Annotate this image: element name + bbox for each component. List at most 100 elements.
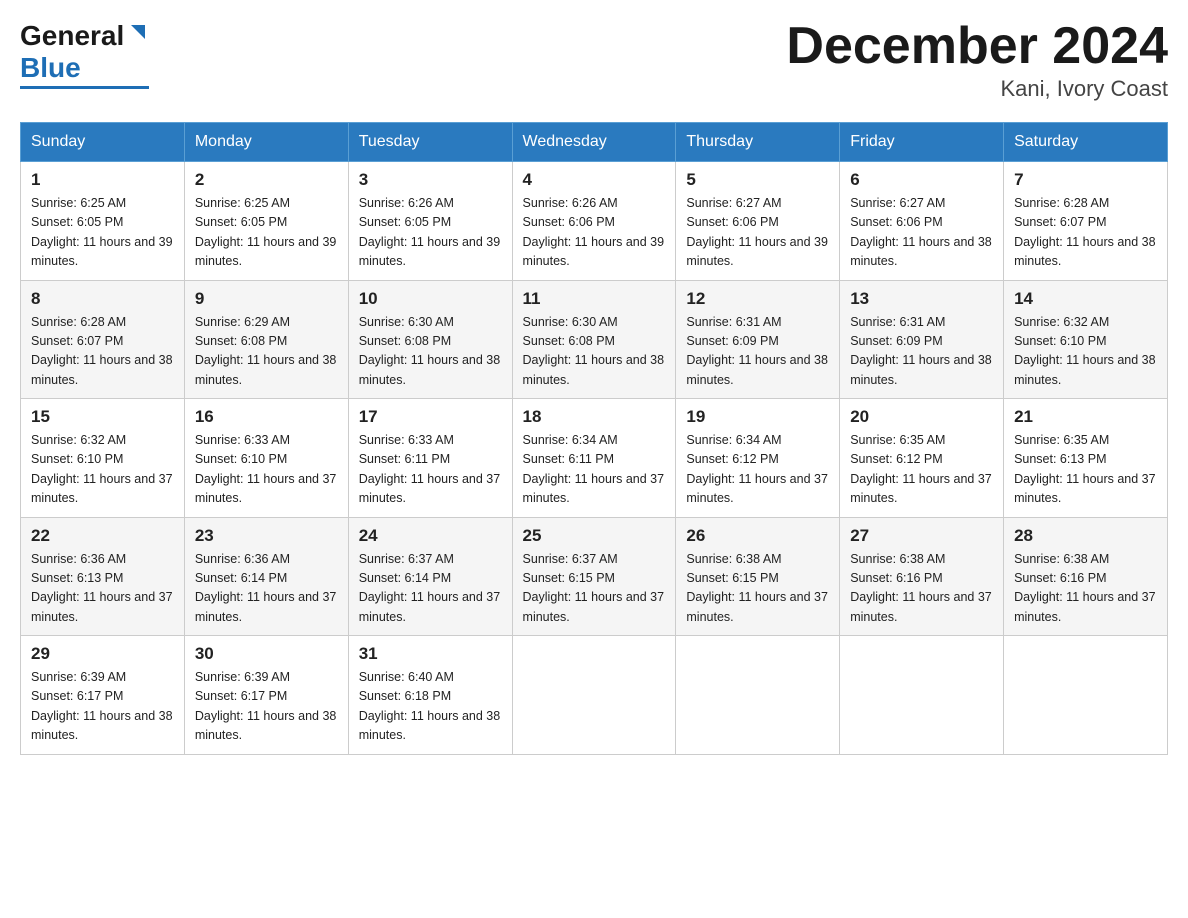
calendar-cell: 1Sunrise: 6:25 AMSunset: 6:05 PMDaylight… <box>21 162 185 281</box>
day-number: 6 <box>850 170 993 190</box>
calendar-cell <box>676 636 840 755</box>
calendar-cell: 22 Sunrise: 6:36 AMSunset: 6:13 PMDayligh… <box>21 517 185 636</box>
col-header-tuesday: Tuesday <box>348 123 512 162</box>
calendar-header-row: SundayMondayTuesdayWednesdayThursdayFrid… <box>21 123 1168 162</box>
day-info: Sunrise: 6:35 AMSunset: 6:12 PMDaylight:… <box>850 431 993 509</box>
day-info: Sunrise: 6:31 AMSunset: 6:09 PMDaylight:… <box>686 313 829 391</box>
day-info: Sunrise: 6:35 AMSunset: 6:13 PMDaylight:… <box>1014 431 1157 509</box>
day-number: 1 <box>31 170 174 190</box>
day-info: Sunrise: 6:38 AMSunset: 6:15 PMDaylight:… <box>686 550 829 628</box>
calendar-cell: 27 Sunrise: 6:38 AMSunset: 6:16 PMDayligh… <box>840 517 1004 636</box>
location: Kani, Ivory Coast <box>786 76 1168 102</box>
day-number: 18 <box>523 407 666 427</box>
day-info: Sunrise: 6:39 AMSunset: 6:17 PMDaylight:… <box>195 668 338 746</box>
day-info: Sunrise: 6:40 AMSunset: 6:18 PMDaylight:… <box>359 668 502 746</box>
calendar-cell <box>512 636 676 755</box>
calendar-cell: 4Sunrise: 6:26 AMSunset: 6:06 PMDaylight… <box>512 162 676 281</box>
calendar-cell: 21 Sunrise: 6:35 AMSunset: 6:13 PMDayligh… <box>1004 399 1168 518</box>
day-number: 3 <box>359 170 502 190</box>
day-info: Sunrise: 6:32 AMSunset: 6:10 PMDaylight:… <box>1014 313 1157 391</box>
calendar-cell: 29 Sunrise: 6:39 AMSunset: 6:17 PMDayligh… <box>21 636 185 755</box>
day-info: Sunrise: 6:37 AMSunset: 6:15 PMDaylight:… <box>523 550 666 628</box>
calendar-cell <box>840 636 1004 755</box>
day-number: 17 <box>359 407 502 427</box>
col-header-saturday: Saturday <box>1004 123 1168 162</box>
day-number: 13 <box>850 289 993 309</box>
day-number: 24 <box>359 526 502 546</box>
calendar-cell: 9Sunrise: 6:29 AMSunset: 6:08 PMDaylight… <box>184 280 348 399</box>
day-number: 28 <box>1014 526 1157 546</box>
calendar-cell: 5 Sunrise: 6:27 AMSunset: 6:06 PMDaylight… <box>676 162 840 281</box>
day-info: Sunrise: 6:38 AMSunset: 6:16 PMDaylight:… <box>1014 550 1157 628</box>
calendar-cell: 12Sunrise: 6:31 AMSunset: 6:09 PMDayligh… <box>676 280 840 399</box>
calendar-cell <box>1004 636 1168 755</box>
calendar-cell: 30 Sunrise: 6:39 AMSunset: 6:17 PMDayligh… <box>184 636 348 755</box>
calendar-cell: 25 Sunrise: 6:37 AMSunset: 6:15 PMDayligh… <box>512 517 676 636</box>
day-number: 14 <box>1014 289 1157 309</box>
day-number: 23 <box>195 526 338 546</box>
day-number: 31 <box>359 644 502 664</box>
day-info: Sunrise: 6:30 AMSunset: 6:08 PMDaylight:… <box>359 313 502 391</box>
calendar-cell: 6 Sunrise: 6:27 AMSunset: 6:06 PMDaylight… <box>840 162 1004 281</box>
day-info: Sunrise: 6:36 AMSunset: 6:13 PMDaylight:… <box>31 550 174 628</box>
day-number: 26 <box>686 526 829 546</box>
calendar-week-row: 29 Sunrise: 6:39 AMSunset: 6:17 PMDayligh… <box>21 636 1168 755</box>
day-info: Sunrise: 6:27 AMSunset: 6:06 PMDaylight:… <box>686 194 829 272</box>
calendar-cell: 7 Sunrise: 6:28 AMSunset: 6:07 PMDaylight… <box>1004 162 1168 281</box>
calendar-cell: 2 Sunrise: 6:25 AMSunset: 6:05 PMDaylight… <box>184 162 348 281</box>
calendar-cell: 16 Sunrise: 6:33 AMSunset: 6:10 PMDayligh… <box>184 399 348 518</box>
calendar-cell: 11Sunrise: 6:30 AMSunset: 6:08 PMDayligh… <box>512 280 676 399</box>
calendar-cell: 28 Sunrise: 6:38 AMSunset: 6:16 PMDayligh… <box>1004 517 1168 636</box>
day-info: Sunrise: 6:38 AMSunset: 6:16 PMDaylight:… <box>850 550 993 628</box>
day-number: 15 <box>31 407 174 427</box>
calendar-week-row: 15Sunrise: 6:32 AMSunset: 6:10 PMDayligh… <box>21 399 1168 518</box>
day-number: 2 <box>195 170 338 190</box>
calendar-cell: 10 Sunrise: 6:30 AMSunset: 6:08 PMDayligh… <box>348 280 512 399</box>
month-title: December 2024 <box>786 20 1168 72</box>
day-info: Sunrise: 6:39 AMSunset: 6:17 PMDaylight:… <box>31 668 174 746</box>
calendar-week-row: 1 Sunrise: 6:25 AMSunset: 6:05 PMDaylight… <box>21 162 1168 281</box>
day-number: 7 <box>1014 170 1157 190</box>
day-info: Sunrise: 6:27 AMSunset: 6:06 PMDaylight:… <box>850 194 993 272</box>
day-number: 29 <box>31 644 174 664</box>
calendar-cell: 31 Sunrise: 6:40 AMSunset: 6:18 PMDayligh… <box>348 636 512 755</box>
day-info: Sunrise: 6:37 AMSunset: 6:14 PMDaylight:… <box>359 550 502 628</box>
day-number: 21 <box>1014 407 1157 427</box>
day-info: Sunrise: 6:36 AMSunset: 6:14 PMDaylight:… <box>195 550 338 628</box>
col-header-sunday: Sunday <box>21 123 185 162</box>
day-info: Sunrise: 6:25 AMSunset: 6:05 PMDaylight:… <box>195 194 338 272</box>
calendar-cell: 18Sunrise: 6:34 AMSunset: 6:11 PMDayligh… <box>512 399 676 518</box>
day-info: Sunrise: 6:33 AMSunset: 6:11 PMDaylight:… <box>359 431 502 509</box>
day-number: 22 <box>31 526 174 546</box>
calendar-cell: 26 Sunrise: 6:38 AMSunset: 6:15 PMDayligh… <box>676 517 840 636</box>
calendar-table: SundayMondayTuesdayWednesdayThursdayFrid… <box>20 122 1168 755</box>
col-header-thursday: Thursday <box>676 123 840 162</box>
title-section: December 2024 Kani, Ivory Coast <box>786 20 1168 102</box>
col-header-monday: Monday <box>184 123 348 162</box>
day-info: Sunrise: 6:30 AMSunset: 6:08 PMDaylight:… <box>523 313 666 391</box>
day-number: 25 <box>523 526 666 546</box>
day-number: 19 <box>686 407 829 427</box>
day-info: Sunrise: 6:28 AMSunset: 6:07 PMDaylight:… <box>31 313 174 391</box>
calendar-cell: 8 Sunrise: 6:28 AMSunset: 6:07 PMDaylight… <box>21 280 185 399</box>
calendar-cell: 17 Sunrise: 6:33 AMSunset: 6:11 PMDayligh… <box>348 399 512 518</box>
logo-general: General <box>20 20 124 52</box>
calendar-week-row: 22 Sunrise: 6:36 AMSunset: 6:13 PMDayligh… <box>21 517 1168 636</box>
day-info: Sunrise: 6:28 AMSunset: 6:07 PMDaylight:… <box>1014 194 1157 272</box>
day-number: 27 <box>850 526 993 546</box>
logo-arrow-icon <box>127 21 149 48</box>
day-info: Sunrise: 6:33 AMSunset: 6:10 PMDaylight:… <box>195 431 338 509</box>
day-number: 30 <box>195 644 338 664</box>
day-info: Sunrise: 6:34 AMSunset: 6:12 PMDaylight:… <box>686 431 829 509</box>
calendar-cell: 23 Sunrise: 6:36 AMSunset: 6:14 PMDayligh… <box>184 517 348 636</box>
day-number: 10 <box>359 289 502 309</box>
day-number: 5 <box>686 170 829 190</box>
calendar-cell: 19 Sunrise: 6:34 AMSunset: 6:12 PMDayligh… <box>676 399 840 518</box>
day-number: 8 <box>31 289 174 309</box>
col-header-wednesday: Wednesday <box>512 123 676 162</box>
calendar-cell: 14 Sunrise: 6:32 AMSunset: 6:10 PMDayligh… <box>1004 280 1168 399</box>
page-header: General Blue December 2024 Kani, Ivory C… <box>20 20 1168 102</box>
calendar-cell: 3Sunrise: 6:26 AMSunset: 6:05 PMDaylight… <box>348 162 512 281</box>
day-number: 16 <box>195 407 338 427</box>
calendar-cell: 13Sunrise: 6:31 AMSunset: 6:09 PMDayligh… <box>840 280 1004 399</box>
